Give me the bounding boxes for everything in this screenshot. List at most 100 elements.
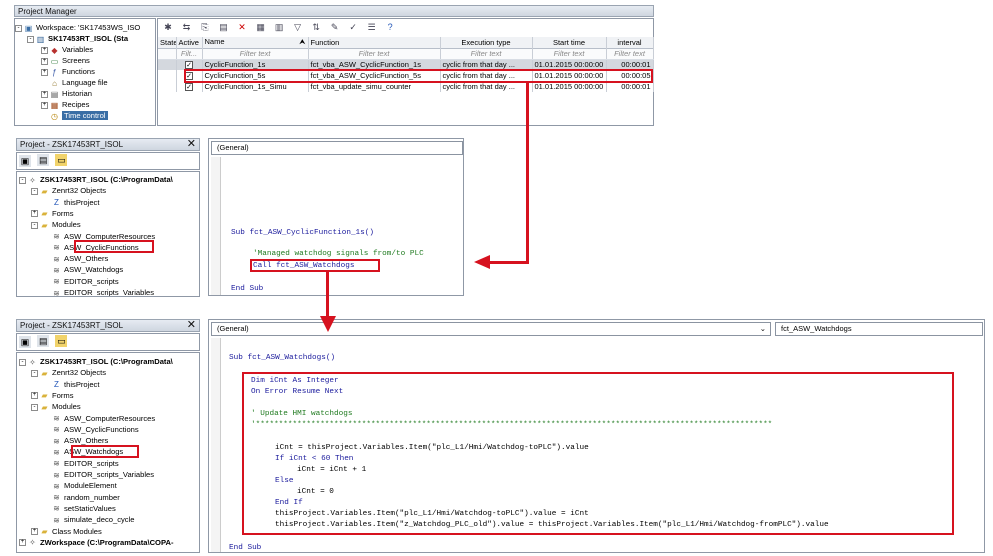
tree-item[interactable]: - ▰ Modules <box>31 219 81 230</box>
edit-icon[interactable]: ✎ <box>329 21 341 33</box>
expand-icon[interactable]: + <box>41 68 48 76</box>
tree-item[interactable]: ≋ EDITOR_scripts_Variables <box>43 469 154 480</box>
delete-icon[interactable]: ✕ <box>236 21 248 33</box>
column-header-name[interactable]: Name ⮝ <box>202 37 309 48</box>
collapse-icon[interactable]: - <box>31 369 38 377</box>
tree-item[interactable]: - ✧ ZSK17453RT_ISOL (C:\ProgramData\ <box>19 356 173 367</box>
arrow-head-down-icon <box>320 316 336 332</box>
vba1-margin <box>211 157 221 295</box>
tree-item[interactable]: ≋ EDITOR_scripts_Variables <box>43 287 154 296</box>
vba2-margin <box>211 338 221 552</box>
filter-function[interactable]: Filter text <box>308 48 441 60</box>
column-header-start-time[interactable]: Start time <box>532 37 607 48</box>
collapse-icon[interactable]: - <box>31 403 38 411</box>
view-object-icon[interactable]: ▤ <box>37 335 50 347</box>
filter-icon[interactable]: ▽ <box>292 21 304 33</box>
close-icon[interactable]: ✕ <box>187 320 196 331</box>
column-header-active[interactable]: Active <box>176 37 203 48</box>
tree-item[interactable]: ⌂ Language file <box>41 77 108 88</box>
view-object-icon[interactable]: ▤ <box>37 154 50 166</box>
expand-icon[interactable]: + <box>41 57 48 65</box>
view-code-icon[interactable]: ▣ <box>19 336 31 348</box>
tree-item[interactable]: + ▰ Class Modules <box>31 526 102 537</box>
new-icon[interactable]: ✱ <box>162 21 174 33</box>
tree-item-label: Workspace: 'SK17453WS_ISO <box>36 23 141 32</box>
collapse-icon[interactable]: - <box>31 221 38 229</box>
tree-item[interactable]: ≋ ASW_Others <box>43 253 108 264</box>
filter-start-time[interactable]: Filter text <box>532 48 607 60</box>
tree-item[interactable]: - ▰ Modules <box>31 401 81 412</box>
tree-item[interactable]: ≋ ASW_ComputerResources <box>43 413 155 424</box>
column-header-state[interactable]: State <box>158 37 177 48</box>
collapse-icon[interactable]: - <box>27 35 34 43</box>
vba2-procedure-combo[interactable]: fct_ASW_Watchdogs <box>775 322 983 336</box>
tree-item[interactable]: ≋ EDITOR_scripts <box>43 458 119 469</box>
expand-icon[interactable]: + <box>31 210 38 218</box>
filter-name[interactable]: Filter text <box>202 48 309 60</box>
expand-icon[interactable]: + <box>19 539 26 547</box>
folder-icon: ▰ <box>41 186 48 196</box>
tree-item[interactable]: - ▰ Zenrt32 Objects <box>31 185 106 196</box>
column-header-execution-type[interactable]: Execution type <box>440 37 533 48</box>
tree-item[interactable]: ≋ random_number <box>43 492 120 503</box>
module-icon: ≋ <box>53 425 60 435</box>
filter-interval[interactable]: Filter text <box>606 48 654 60</box>
column-header-function[interactable]: Function <box>308 37 441 48</box>
tree-item[interactable]: + ✧ ZWorkspace (C:\ProgramData\COPA- <box>19 537 173 548</box>
import-icon[interactable]: ▥ <box>273 21 285 33</box>
tree-item[interactable]: ≋ EDITOR_scripts <box>43 276 119 287</box>
tree-item[interactable]: + ▦ Recipes <box>41 99 89 110</box>
expand-icon[interactable]: + <box>31 392 38 400</box>
expand-icon[interactable]: + <box>41 90 48 98</box>
tree-item[interactable]: ≋ simulate_deco_cycle <box>43 514 134 525</box>
vba1-object-combo[interactable]: (General) <box>211 141 463 155</box>
tree-item[interactable]: ◷ Time control <box>41 110 108 121</box>
highlight-module-watchdogs <box>71 445 139 458</box>
properties-icon[interactable]: ☰ <box>366 21 378 33</box>
tree-item[interactable]: - ▰ Zenrt32 Objects <box>31 367 106 378</box>
sort-icon[interactable]: ⇅ <box>310 21 322 33</box>
active-checkbox[interactable]: ✓ <box>185 83 193 91</box>
tree-item[interactable]: - ✧ ZSK17453RT_ISOL (C:\ProgramData\ <box>19 174 173 185</box>
toggle-folders-icon[interactable]: ▭ <box>55 154 68 166</box>
tree-item[interactable]: ZthisProject <box>43 197 99 208</box>
help-icon[interactable]: ? <box>384 21 396 33</box>
module-icon: ≋ <box>53 470 60 480</box>
column-header-interval[interactable]: interval <box>606 37 654 48</box>
vba2-object-combo[interactable]: (General) ⌄ <box>211 322 771 336</box>
tree-item[interactable]: ≋ ASW_Watchdogs <box>43 264 123 275</box>
tree-item[interactable]: + ▭ Screens <box>41 55 90 66</box>
vba2-project-toolbar: ▣ ▤ ▭ <box>16 333 200 351</box>
tree-item[interactable]: + ▤ Historian <box>41 88 92 99</box>
paste-icon[interactable]: ▤ <box>218 21 230 33</box>
export-icon[interactable]: ▦ <box>255 21 267 33</box>
tree-item[interactable]: ≋ ASW_CyclicFunctions <box>43 424 139 435</box>
tree-item[interactable]: + ▰ Forms <box>31 390 74 401</box>
view-code-icon[interactable]: ▣ <box>19 155 31 167</box>
copy-icon[interactable]: ⎘ <box>199 21 211 33</box>
expand-icon[interactable]: + <box>41 46 48 54</box>
tree-item[interactable]: ≋ setStaticValues <box>43 503 116 514</box>
collapse-icon[interactable]: - <box>19 176 26 184</box>
expand-icon[interactable]: + <box>31 528 38 535</box>
collapse-icon[interactable]: - <box>15 24 22 32</box>
filter-state[interactable] <box>158 48 177 60</box>
collapse-icon[interactable]: - <box>19 358 26 366</box>
tree-item[interactable]: ZthisProject <box>43 379 99 390</box>
tree-item[interactable]: + ƒ Functions <box>41 66 95 77</box>
vba1-end-line: End Sub <box>231 285 264 293</box>
expand-icon[interactable]: + <box>41 101 48 109</box>
replace-icon[interactable]: ⇆ <box>181 21 193 33</box>
tree-item[interactable]: + ◆ Variables <box>41 44 93 55</box>
tree-item[interactable]: - ▥ SK17453RT_ISOL (Sta <box>27 33 128 44</box>
check-icon[interactable]: ✓ <box>347 21 359 33</box>
toggle-folders-icon[interactable]: ▭ <box>55 335 68 347</box>
filter-active[interactable]: Filt... <box>176 48 203 60</box>
tree-item[interactable]: - ▣ Workspace: 'SK17453WS_ISO <box>15 22 140 33</box>
module-icon: ≋ <box>53 493 60 503</box>
close-icon[interactable]: ✕ <box>187 139 196 150</box>
tree-item[interactable]: ≋ ModuleElement <box>43 480 117 491</box>
filter-execution-type[interactable]: Filter text <box>440 48 533 60</box>
tree-item[interactable]: + ▰ Forms <box>31 208 74 219</box>
collapse-icon[interactable]: - <box>31 187 38 195</box>
